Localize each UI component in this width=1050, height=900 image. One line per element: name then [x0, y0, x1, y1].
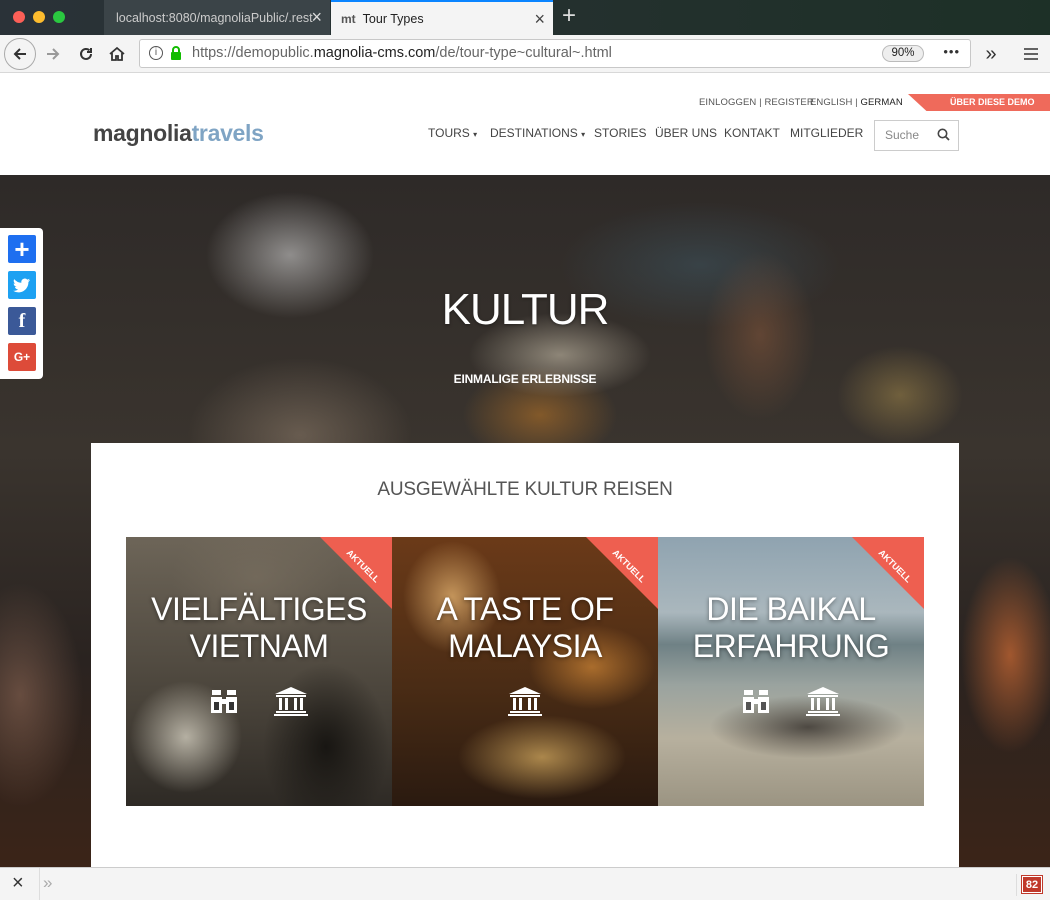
- tab-tour-types[interactable]: mt Tour Types ×: [331, 0, 553, 35]
- tab-title: localhost:8080/magnoliaPublic/.rest: [116, 10, 313, 25]
- browser-nav-bar: i https://demopublic.magnolia-cms.com/de…: [0, 35, 1050, 73]
- featured-tours-section: AUSGEWÄHLTE KULTUR REISEN VIELFÄLTIGES VI…: [91, 443, 959, 867]
- museum-icon: [274, 687, 308, 716]
- top-links-language: ENGLISH | GERMAN: [810, 97, 903, 108]
- new-tab-plus-icon[interactable]: +: [562, 4, 576, 28]
- close-tab-icon[interactable]: ×: [534, 10, 545, 28]
- divider: [1016, 874, 1017, 896]
- search-placeholder: Suche: [885, 128, 920, 142]
- museum-icon: [508, 687, 542, 716]
- window-maximize-dot[interactable]: [53, 11, 65, 23]
- section-title: AUSGEWÄHLTE KULTUR REISEN: [377, 479, 673, 500]
- login-link[interactable]: EINLOGGEN: [699, 97, 756, 108]
- register-link[interactable]: REGISTER: [764, 97, 813, 108]
- google-plus-icon[interactable]: G+: [8, 343, 36, 371]
- tour-type-icons: [392, 686, 658, 716]
- top-links-account: EINLOGGEN | REGISTER: [699, 97, 814, 108]
- forward-icon[interactable]: [38, 39, 68, 69]
- logo-main: magnolia: [93, 120, 192, 146]
- page-actions-icon[interactable]: •••: [943, 44, 960, 59]
- logo[interactable]: magnoliatravels: [93, 120, 264, 147]
- menu-mitglieder[interactable]: MITGLIEDER: [790, 126, 863, 140]
- separator: |: [759, 97, 762, 108]
- english-link[interactable]: ENGLISH: [810, 97, 852, 108]
- caret-down-icon: ▾: [473, 130, 478, 139]
- menu-stories[interactable]: STORIES: [594, 126, 646, 140]
- ribbon-label: AKTUELL: [610, 547, 648, 585]
- hero-subtitle: EINMALIGE ERLEBNISSE: [453, 372, 597, 386]
- overflow-chevron-icon[interactable]: »: [976, 39, 1006, 69]
- tour-card-title: A TASTE OF MALAYSIA: [436, 591, 614, 664]
- window-close-dot[interactable]: [13, 11, 25, 23]
- hero-title: KULTUR: [441, 285, 610, 334]
- browser-tab-bar: localhost:8080/magnoliaPublic/.rest × mt…: [0, 0, 1050, 35]
- site-header: EINLOGGEN | REGISTER ENGLISH | GERMAN ÜB…: [0, 94, 1050, 175]
- divider: [39, 868, 40, 900]
- close-tab-icon[interactable]: ×: [311, 8, 322, 26]
- zoom-level[interactable]: 90%: [882, 45, 924, 62]
- expand-chevron-icon[interactable]: »: [43, 873, 52, 893]
- home-icon[interactable]: [102, 39, 132, 69]
- tab-favicon: mt: [341, 11, 356, 26]
- facebook-icon[interactable]: f: [8, 307, 36, 335]
- museum-icon: [806, 687, 840, 716]
- tour-type-icons: [658, 686, 924, 716]
- window-minimize-dot[interactable]: [33, 11, 45, 23]
- search-icon[interactable]: [937, 128, 950, 144]
- separator: |: [855, 97, 858, 108]
- menu-tours[interactable]: TOURS ▾: [428, 126, 477, 140]
- extension-badge[interactable]: 82: [1021, 875, 1043, 894]
- menu-kontakt[interactable]: KONTAKT: [724, 126, 780, 140]
- caret-down-icon: ▾: [581, 130, 586, 139]
- back-icon[interactable]: [4, 38, 36, 70]
- info-icon[interactable]: i: [149, 46, 163, 60]
- tour-card-title: DIE BAIKAL ERFAHRUNG: [692, 591, 890, 664]
- menu-ueber-uns[interactable]: ÜBER UNS: [655, 126, 717, 140]
- reload-icon[interactable]: [71, 39, 101, 69]
- german-link[interactable]: GERMAN: [860, 97, 902, 108]
- menu-destinations[interactable]: DESTINATIONS ▾: [490, 126, 585, 140]
- browser-find-bar: × » 82: [0, 867, 1050, 900]
- lock-icon[interactable]: [170, 45, 182, 66]
- binoculars-icon: [211, 690, 237, 713]
- logo-accent: travels: [191, 120, 264, 146]
- tour-type-icons: [126, 686, 392, 716]
- ribbon-label: AKTUELL: [876, 547, 914, 585]
- twitter-icon[interactable]: [8, 271, 36, 299]
- close-icon[interactable]: ×: [12, 872, 24, 895]
- share-sidebar: + f G+: [0, 228, 43, 379]
- binoculars-icon: [743, 690, 769, 713]
- tab-title: Tour Types: [362, 11, 424, 26]
- add-share-icon[interactable]: +: [8, 234, 36, 264]
- search-input[interactable]: Suche: [874, 120, 959, 151]
- about-demo-button[interactable]: ÜBER DIESE DEMO: [908, 94, 1050, 111]
- url-text: https://demopublic.magnolia-cms.com/de/t…: [192, 45, 612, 61]
- tour-card-vietnam[interactable]: VIELFÄLTIGES VIETNAM AKTUELL: [126, 537, 392, 806]
- menu-label: DESTINATIONS: [490, 126, 578, 140]
- tour-card-malaysia[interactable]: A TASTE OF MALAYSIA AKTUELL: [392, 537, 658, 806]
- url-bar[interactable]: i https://demopublic.magnolia-cms.com/de…: [139, 39, 971, 68]
- ribbon-label: AKTUELL: [344, 547, 382, 585]
- tour-card-title: VIELFÄLTIGES VIETNAM: [151, 591, 367, 664]
- hamburger-menu-icon[interactable]: [1016, 39, 1046, 69]
- tab-localhost[interactable]: localhost:8080/magnoliaPublic/.rest ×: [104, 0, 330, 35]
- menu-label: TOURS: [428, 126, 470, 140]
- tour-card-baikal[interactable]: DIE BAIKAL ERFAHRUNG AKTUELL: [658, 537, 924, 806]
